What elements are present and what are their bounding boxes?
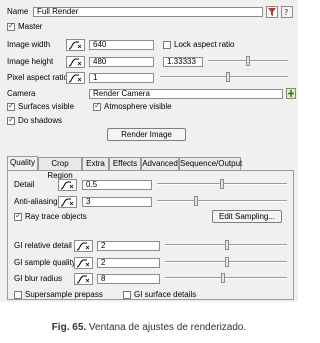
pixel-aspect-label: Pixel aspect ratio	[7, 73, 68, 82]
anti-aliasing-field[interactable]: 3	[82, 197, 152, 207]
lock-aspect-label: Lock aspect ratio	[174, 40, 235, 49]
gi-sample-quality-slider[interactable]	[165, 257, 287, 267]
function-curve-icon[interactable]	[58, 196, 77, 208]
atmosphere-visible-label: Atmosphere visible	[104, 102, 172, 111]
gi-surface-details-checkbox[interactable]	[123, 291, 131, 299]
figure-caption-text: Ventana de ajustes de renderizado.	[86, 322, 247, 333]
anti-aliasing-label: Anti-aliasing	[14, 197, 58, 206]
pixel-aspect-field[interactable]: 1	[89, 73, 154, 83]
tab-extra[interactable]: Extra	[82, 157, 109, 170]
image-height-field[interactable]: 480	[89, 57, 154, 67]
function-curve-icon[interactable]	[58, 179, 77, 191]
edit-sampling-button[interactable]: Edit Sampling...	[212, 210, 282, 223]
gi-blur-radius-field[interactable]: 8	[97, 274, 160, 284]
gi-surface-details-label: GI surface details	[134, 290, 197, 299]
function-curve-icon[interactable]	[74, 240, 93, 252]
add-camera-icon[interactable]	[286, 88, 296, 99]
gi-relative-detail-label: GI relative detail	[14, 241, 72, 250]
figure-caption: Fig. 65. Ventana de ajustes de renderiza…	[0, 322, 298, 333]
gi-relative-detail-slider[interactable]	[165, 240, 287, 250]
function-curve-icon[interactable]	[66, 39, 85, 51]
ray-trace-checkbox[interactable]	[14, 211, 22, 221]
lock-aspect-checkbox[interactable]	[163, 41, 171, 49]
help-icon[interactable]: ?	[281, 6, 293, 18]
detail-field[interactable]: 0.5	[82, 180, 152, 190]
figure-number: Fig. 65.	[51, 322, 87, 333]
anti-aliasing-slider[interactable]	[157, 196, 287, 206]
detail-slider[interactable]	[157, 179, 287, 189]
ray-trace-label: Ray trace objects	[25, 212, 87, 221]
image-width-field[interactable]: 640	[89, 40, 154, 50]
aspect-ratio-slider[interactable]	[208, 56, 288, 66]
detail-label: Detail	[14, 180, 35, 189]
function-curve-icon[interactable]	[66, 72, 85, 84]
master-label: Master	[18, 22, 43, 31]
render-image-button[interactable]: Render Image	[107, 128, 186, 141]
function-curve-icon[interactable]	[74, 257, 93, 269]
image-width-label: Image width	[7, 40, 51, 49]
gi-sample-quality-label: GI sample quality	[14, 258, 76, 267]
gi-blur-radius-slider[interactable]	[165, 273, 287, 283]
surfaces-visible-checkbox[interactable]	[7, 101, 15, 111]
aspect-ratio-field[interactable]: 1.33333	[163, 57, 203, 67]
name-field[interactable]: Full Render	[33, 7, 263, 17]
atmosphere-visible-checkbox[interactable]	[93, 101, 101, 111]
master-checkbox[interactable]	[7, 21, 15, 31]
render-settings-panel: Name Full Render ? Master Image width 64…	[0, 0, 298, 302]
tab-quality[interactable]: Quality	[7, 156, 38, 170]
gi-relative-detail-field[interactable]: 2	[97, 241, 160, 251]
function-curve-icon[interactable]	[66, 56, 85, 68]
tab-sequence-output[interactable]: Sequence/Output	[179, 157, 242, 170]
supersample-prepass-label: Supersample prepass	[25, 290, 103, 299]
do-shadows-label: Do shadows	[18, 116, 63, 125]
name-label: Name	[7, 7, 29, 16]
tab-effects[interactable]: Effects	[109, 157, 141, 170]
surfaces-visible-label: Surfaces visible	[18, 102, 75, 111]
pixel-aspect-slider[interactable]	[160, 72, 288, 82]
camera-field[interactable]: Render Camera	[89, 89, 283, 99]
image-height-label: Image height	[7, 57, 54, 66]
filter-icon[interactable]	[266, 6, 278, 18]
function-curve-icon[interactable]	[74, 273, 93, 285]
gi-sample-quality-field[interactable]: 2	[97, 258, 160, 268]
do-shadows-checkbox[interactable]	[7, 115, 15, 125]
camera-label: Camera	[7, 89, 36, 98]
svg-text:?: ?	[284, 8, 288, 17]
supersample-prepass-checkbox[interactable]	[14, 291, 22, 299]
tab-crop-region[interactable]: Crop Region	[38, 157, 82, 180]
gi-blur-radius-label: GI blur radius	[14, 274, 63, 283]
tab-advanced[interactable]: Advanced	[141, 157, 179, 170]
